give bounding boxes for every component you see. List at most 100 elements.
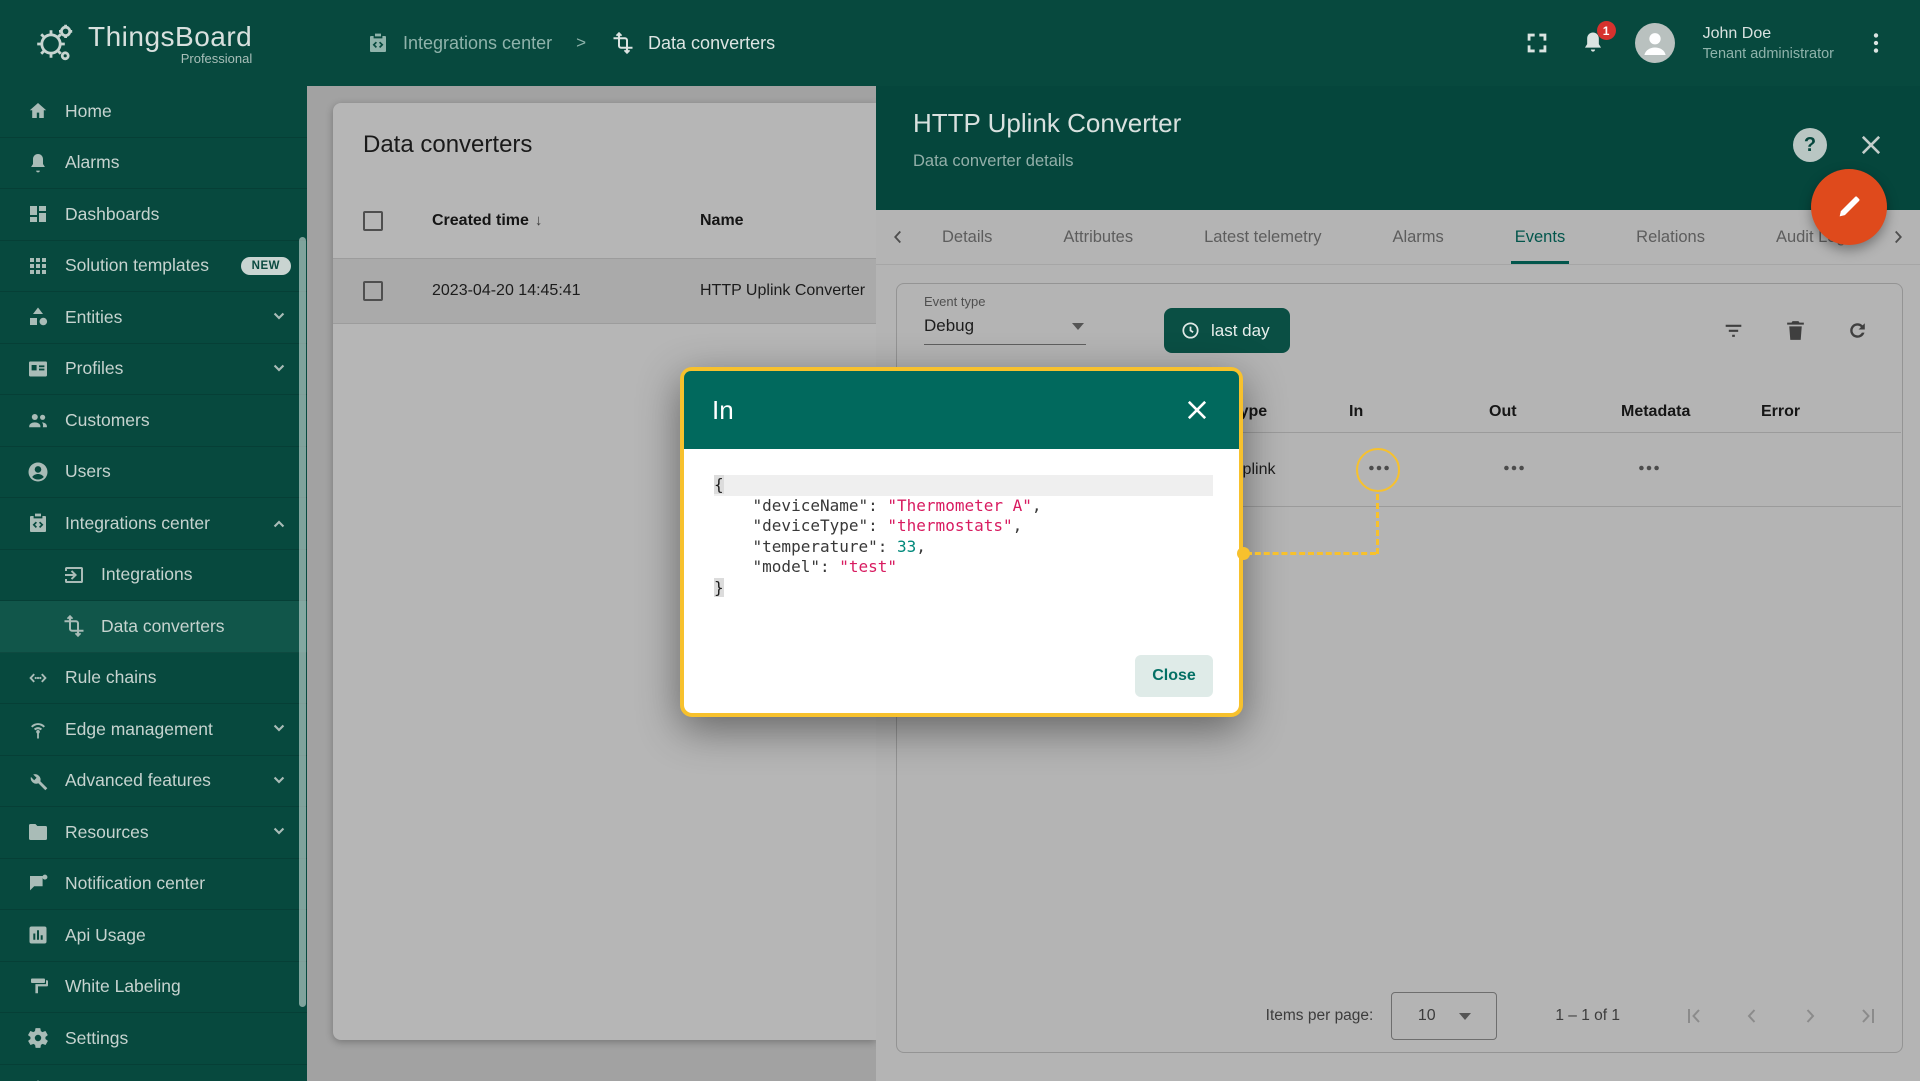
out-content-button[interactable] xyxy=(1490,453,1538,487)
sidebar-item-label: Settings xyxy=(65,1027,129,1048)
events-column-error: Error xyxy=(1761,402,1801,420)
sidebar-item-label: Rule chains xyxy=(65,667,157,688)
sidebar-item-security[interactable]: Security xyxy=(0,1065,307,1081)
breadcrumb-separator: > xyxy=(576,33,587,52)
sidebar-item-entities[interactable]: Entities xyxy=(0,292,307,344)
sidebar-item-solution-templates[interactable]: Solution templates NEW xyxy=(0,241,307,292)
tab-events[interactable]: Events xyxy=(1510,210,1570,264)
items-per-page-label: Items per page: xyxy=(1265,1007,1374,1024)
last-page-icon[interactable] xyxy=(1856,1004,1880,1028)
tab-latest-telemetry[interactable]: Latest telemetry xyxy=(1200,210,1325,264)
sidebar-item-notification-center[interactable]: Notification center xyxy=(0,859,307,910)
sidebar-item-advanced-features[interactable]: Advanced features xyxy=(0,756,307,807)
breadcrumb-integrations-center[interactable]: Integrations center xyxy=(365,30,552,56)
chevron-down-icon xyxy=(267,305,291,329)
sidebar-item-home[interactable]: Home xyxy=(0,86,307,138)
user-block[interactable]: John Doe Tenant administrator xyxy=(1703,25,1834,62)
close-panel-icon[interactable] xyxy=(1857,131,1885,159)
details-subtitle: Data converter details xyxy=(913,152,1074,170)
items-per-page-select[interactable]: 10 xyxy=(1391,992,1498,1040)
table-header-row: Created time ↓ Name xyxy=(333,195,876,247)
items-per-page-value: 10 xyxy=(1417,1007,1436,1024)
select-all-checkbox[interactable] xyxy=(363,211,383,231)
user-name: John Doe xyxy=(1702,24,1772,42)
fullscreen-icon[interactable] xyxy=(1523,29,1551,57)
account-circle-icon xyxy=(26,460,50,484)
edit-fab-button[interactable] xyxy=(1811,169,1887,245)
code-line: { xyxy=(714,475,1213,496)
sidebar-scrollbar[interactable] xyxy=(299,237,306,1007)
code-line: "temperature": 33, xyxy=(752,536,926,556)
events-column-out: Out xyxy=(1489,402,1517,420)
people-icon xyxy=(26,408,50,432)
metadata-content-button[interactable] xyxy=(1625,453,1673,487)
logo-subtitle: Professional xyxy=(180,50,253,66)
logo[interactable]: ThingsBoard Professional xyxy=(0,0,307,86)
sidebar-item-label: Home xyxy=(65,100,112,121)
notification-badge: 1 xyxy=(1596,21,1616,40)
breadcrumb-data-converters[interactable]: Data converters xyxy=(610,30,775,56)
chevron-down-icon xyxy=(267,717,291,741)
sidebar-item-dashboards[interactable]: Dashboards xyxy=(0,189,307,241)
events-toolbar-icons xyxy=(1721,318,1870,343)
chevron-down-icon xyxy=(267,769,291,793)
close-dialog-icon[interactable] xyxy=(1183,396,1211,424)
sidebar-item-resources[interactable]: Resources xyxy=(0,807,307,859)
sidebar-item-integrations-center[interactable]: Integrations center xyxy=(0,498,307,550)
sidebar-item-api-usage[interactable]: Api Usage xyxy=(0,910,307,962)
filter-icon[interactable] xyxy=(1721,318,1746,343)
sidebar-item-data-converters[interactable]: Data converters xyxy=(0,601,307,653)
first-page-icon[interactable] xyxy=(1682,1004,1706,1028)
sidebar-item-label: Customers xyxy=(65,409,150,430)
sidebar: ThingsBoard Professional Home Alarms Dashb… xyxy=(0,0,307,1081)
time-window-label: last day xyxy=(1211,320,1270,340)
notification-flag-icon xyxy=(26,872,50,896)
event-type-select[interactable]: Event type Debug xyxy=(924,294,1086,345)
tab-relations[interactable]: Relations xyxy=(1632,210,1709,264)
topbar: Integrations center > Data converters 1 … xyxy=(307,0,1920,86)
tabs-bar: Details Attributes Latest telemetry Alarms E… xyxy=(876,210,1920,265)
column-name[interactable]: Name xyxy=(700,212,744,230)
table-row[interactable]: 2023-04-20 14:45:41 HTTP Uplink Converte… xyxy=(333,258,876,324)
tab-attributes[interactable]: Attributes xyxy=(1059,210,1137,264)
column-created-time[interactable]: Created time ↓ xyxy=(432,212,542,230)
tabs: Details Attributes Latest telemetry Alarms E… xyxy=(920,210,1876,264)
time-window-button[interactable]: last day xyxy=(1164,308,1290,353)
dialog-title: In xyxy=(712,394,734,425)
integrations-center-icon xyxy=(26,511,50,535)
refresh-icon[interactable] xyxy=(1845,318,1870,343)
sidebar-item-customers[interactable]: Customers xyxy=(0,395,307,447)
user-role: Tenant administrator xyxy=(1702,45,1834,62)
sidebar-item-alarms[interactable]: Alarms xyxy=(0,138,307,189)
topbar-actions: 1 John Doe Tenant administrator xyxy=(1523,21,1890,63)
dialog-header: In xyxy=(684,371,1239,449)
pencil-icon xyxy=(1833,191,1865,223)
delete-trash-icon[interactable] xyxy=(1783,318,1808,343)
chevron-down-icon xyxy=(1458,1012,1471,1020)
avatar[interactable] xyxy=(1634,23,1675,63)
tab-details[interactable]: Details xyxy=(938,210,996,264)
next-page-icon[interactable] xyxy=(1798,1004,1822,1028)
sidebar-item-label: Profiles xyxy=(65,358,124,379)
input-arrow-icon xyxy=(62,563,86,587)
sidebar-item-label: Advanced features xyxy=(65,770,211,791)
sidebar-item-rule-chains[interactable]: Rule chains xyxy=(0,653,307,704)
sidebar-item-white-labeling[interactable]: White Labeling xyxy=(0,962,307,1013)
notifications-bell-icon[interactable]: 1 xyxy=(1579,21,1616,57)
tabs-scroll-left-icon[interactable] xyxy=(876,210,920,264)
close-button[interactable]: Close xyxy=(1135,655,1213,697)
sidebar-nav: Home Alarms Dashboards Solution templates NE… xyxy=(0,86,307,1081)
sidebar-item-edge-management[interactable]: Edge management xyxy=(0,704,307,756)
sidebar-item-profiles[interactable]: Profiles xyxy=(0,344,307,395)
kebab-menu-icon[interactable] xyxy=(1862,29,1890,57)
chevron-down-icon xyxy=(267,820,291,844)
sidebar-item-users[interactable]: Users xyxy=(0,447,307,498)
row-checkbox[interactable] xyxy=(363,281,383,301)
previous-page-icon[interactable] xyxy=(1740,1004,1764,1028)
help-icon[interactable]: ? xyxy=(1793,128,1827,162)
sidebar-item-settings[interactable]: Settings xyxy=(0,1013,307,1065)
sidebar-item-label: Edge management xyxy=(65,718,213,739)
sidebar-item-integrations[interactable]: Integrations xyxy=(0,550,307,601)
events-column-metadata: Metadata xyxy=(1621,402,1691,420)
tab-alarms[interactable]: Alarms xyxy=(1388,210,1447,264)
